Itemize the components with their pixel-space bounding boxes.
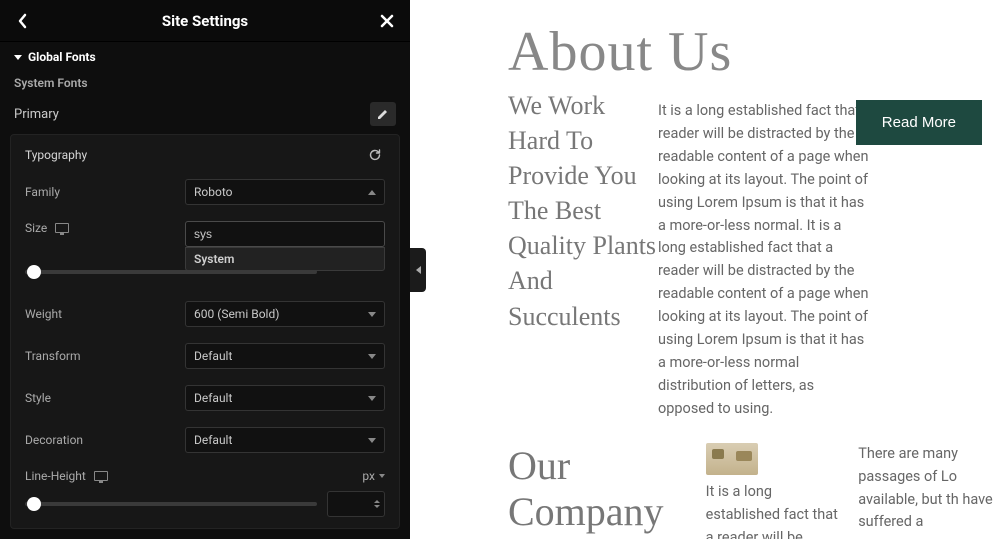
thumbnail-image [706,443,758,475]
weight-value: 600 (Semi Bold) [194,307,279,321]
family-label: Family [25,185,185,199]
family-value: Roboto [194,185,232,199]
line-height-slider[interactable] [25,502,317,506]
about-paragraph: It is a long established fact that a rea… [658,88,878,421]
read-more-button[interactable]: Read More [856,100,982,145]
responsive-icon[interactable] [94,471,108,481]
caret-down-icon [14,55,22,60]
subsection-system-fonts: System Fonts [0,72,410,96]
decoration-select[interactable]: Default [185,427,385,453]
line-height-unit[interactable]: px [362,469,385,483]
chevron-down-icon [379,474,385,478]
page-preview: About Us Read More We Work Hard To Provi… [410,0,1000,539]
style-value: Default [194,391,232,405]
lower-paragraph-1: It is a long established fact that a rea… [706,481,848,539]
back-button[interactable] [8,0,38,42]
weight-select[interactable]: 600 (Semi Bold) [185,301,385,327]
font-item-label: Primary [14,107,59,122]
transform-label: Transform [25,349,185,363]
lower-paragraph-2: There are many passages of Lo available,… [858,443,1000,539]
typography-card: Typography Family Roboto Size S [10,134,400,529]
chevron-down-icon [368,312,376,317]
panel-header: Site Settings [0,0,410,42]
our-company-heading: Our Company [508,443,698,535]
style-label: Style [25,391,185,405]
family-select[interactable]: Roboto [185,179,385,205]
about-subheading: We Work Hard To Provide You The Best Qua… [508,88,658,334]
chevron-up-icon [368,190,376,195]
about-heading: About Us [508,20,1000,84]
section-global-fonts[interactable]: Global Fonts [0,42,410,72]
weight-label: Weight [25,307,185,321]
reset-button[interactable] [365,145,385,165]
family-search-input[interactable] [185,221,385,247]
panel-title: Site Settings [162,12,248,30]
font-item-primary[interactable]: Primary [0,96,410,134]
line-height-label: Line-Height [25,469,108,483]
decoration-label: Decoration [25,433,185,447]
family-suggestion[interactable]: System [185,247,385,271]
line-height-input[interactable] [327,491,385,517]
chevron-down-icon [368,354,376,359]
section-label: Global Fonts [28,50,96,64]
close-button[interactable] [372,0,402,42]
typography-heading: Typography [25,148,87,162]
settings-panel: Site Settings Global Fonts System Fonts … [0,0,410,539]
transform-select[interactable]: Default [185,343,385,369]
chevron-down-icon [368,438,376,443]
chevron-down-icon [368,396,376,401]
responsive-icon[interactable] [55,223,69,233]
edit-button[interactable] [370,102,396,126]
size-slider[interactable] [25,270,317,274]
size-label: Size [25,221,185,235]
transform-value: Default [194,349,232,363]
style-select[interactable]: Default [185,385,385,411]
decoration-value: Default [194,433,232,447]
